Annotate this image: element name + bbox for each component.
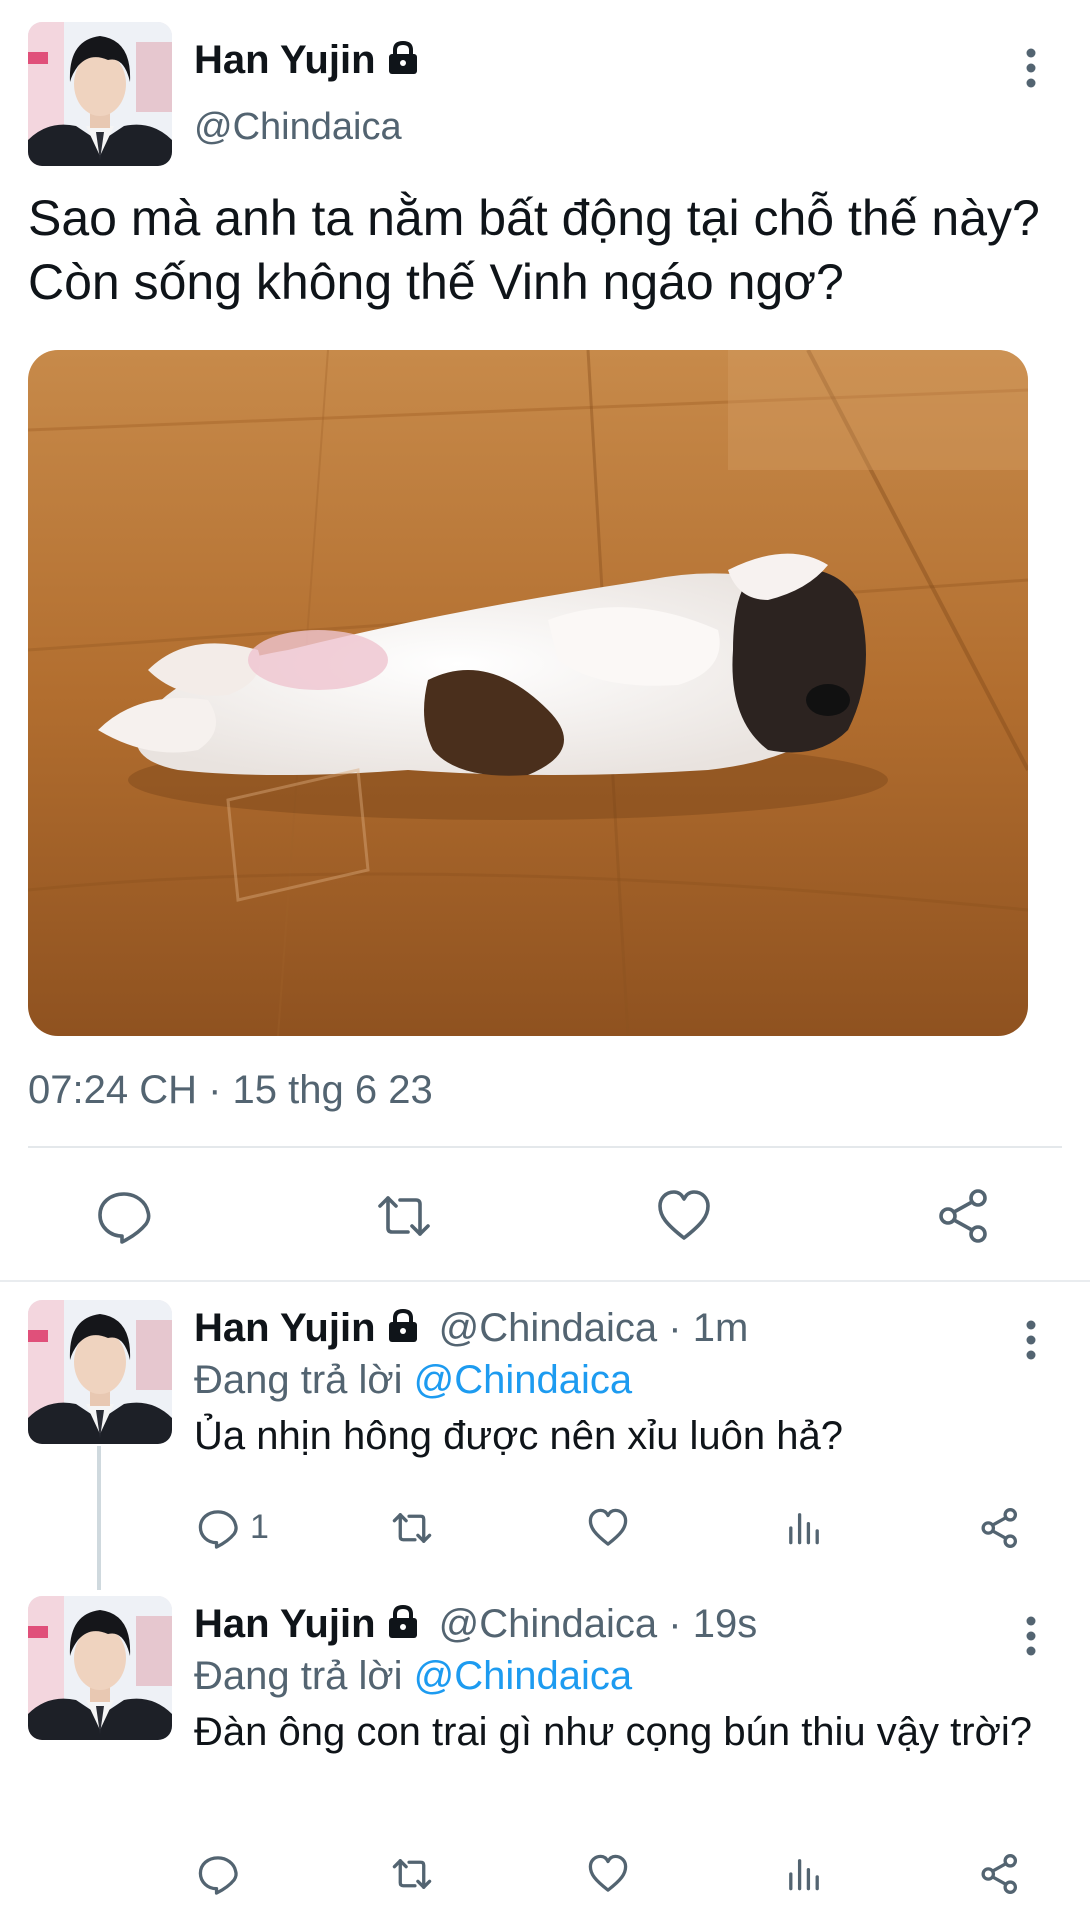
more-options-icon[interactable]	[1019, 1614, 1043, 1658]
reply-icon[interactable]	[94, 1186, 154, 1246]
reply-text: Đàn ông con trai gì như cọng bún thiu vậ…	[194, 1710, 1032, 1754]
author-handle[interactable]: @Chindaica	[439, 1602, 658, 1646]
replying-prefix: Đang trả lời	[194, 1654, 403, 1698]
share-icon[interactable]	[978, 1506, 1022, 1550]
retweet-icon[interactable]	[390, 1506, 434, 1550]
more-options-icon[interactable]	[1019, 46, 1043, 90]
views-icon[interactable]	[782, 1506, 826, 1550]
tweet-timestamp[interactable]: 07:24 CH · 15 thg 6 23	[28, 1068, 433, 1113]
retweet-icon[interactable]	[390, 1852, 434, 1896]
author-name: Han Yujin	[194, 38, 376, 82]
author-name[interactable]: Han Yujin	[194, 1602, 376, 1646]
share-icon[interactable]	[934, 1186, 994, 1246]
views-icon[interactable]	[782, 1852, 826, 1896]
lock-icon	[386, 40, 420, 76]
lock-icon	[386, 1308, 420, 1344]
reply-text: Ủa nhịn hông được nên xỉu luôn hả?	[194, 1414, 844, 1458]
like-icon[interactable]	[586, 1506, 630, 1550]
reply-time[interactable]: 19s	[693, 1602, 758, 1646]
reply-icon[interactable]	[196, 1506, 240, 1550]
like-icon[interactable]	[586, 1852, 630, 1896]
share-icon[interactable]	[978, 1852, 1022, 1896]
replying-to-mention[interactable]: @Chindaica	[414, 1654, 633, 1698]
reply-action-bar	[0, 1848, 1090, 1900]
author-name[interactable]: Han Yujin	[194, 1306, 376, 1350]
reply-count: 1	[250, 1508, 269, 1546]
tweet-media-image[interactable]	[28, 350, 1028, 1036]
like-icon[interactable]	[654, 1186, 714, 1246]
reply-time[interactable]: 1m	[693, 1306, 749, 1350]
tweet-action-bar	[0, 1176, 1090, 1256]
replying-to: Đang trả lời @Chindaica	[194, 1654, 632, 1699]
reply-action-bar: 1	[0, 1502, 1090, 1554]
puppy-photo	[28, 350, 1028, 1036]
reply-header: Han Yujin @Chindaica · 19s	[194, 1602, 757, 1647]
replying-to-mention[interactable]: @Chindaica	[414, 1358, 633, 1402]
replying-prefix: Đang trả lời	[194, 1358, 403, 1402]
retweet-icon[interactable]	[374, 1186, 434, 1246]
avatar[interactable]	[28, 1596, 172, 1740]
replying-to: Đang trả lời @Chindaica	[194, 1358, 632, 1403]
separator-dot: ·	[668, 1306, 682, 1350]
tweet-text: Sao mà anh ta nằm bất động tại chỗ thế n…	[28, 190, 1040, 310]
separator-dot: ·	[668, 1602, 682, 1646]
lock-icon	[386, 1604, 420, 1640]
reply-tweet[interactable]: Han Yujin @Chindaica · 19s Đang trả lời …	[0, 1596, 1090, 1856]
more-options-icon[interactable]	[1019, 1318, 1043, 1362]
reply-header: Han Yujin @Chindaica · 1m	[194, 1306, 748, 1351]
divider	[28, 1146, 1062, 1148]
avatar[interactable]	[28, 22, 172, 166]
author-handle[interactable]: @Chindaica	[194, 106, 402, 149]
display-name[interactable]: Han Yujin	[194, 38, 420, 83]
avatar[interactable]	[28, 1300, 172, 1444]
author-handle[interactable]: @Chindaica	[439, 1306, 658, 1350]
main-tweet: Han Yujin @Chindaica Sao mà anh ta nằm b…	[0, 0, 1090, 1280]
reply-icon[interactable]	[196, 1852, 240, 1896]
section-divider	[0, 1280, 1090, 1282]
tweet-detail-screen: Han Yujin @Chindaica Sao mà anh ta nằm b…	[0, 0, 1090, 1920]
